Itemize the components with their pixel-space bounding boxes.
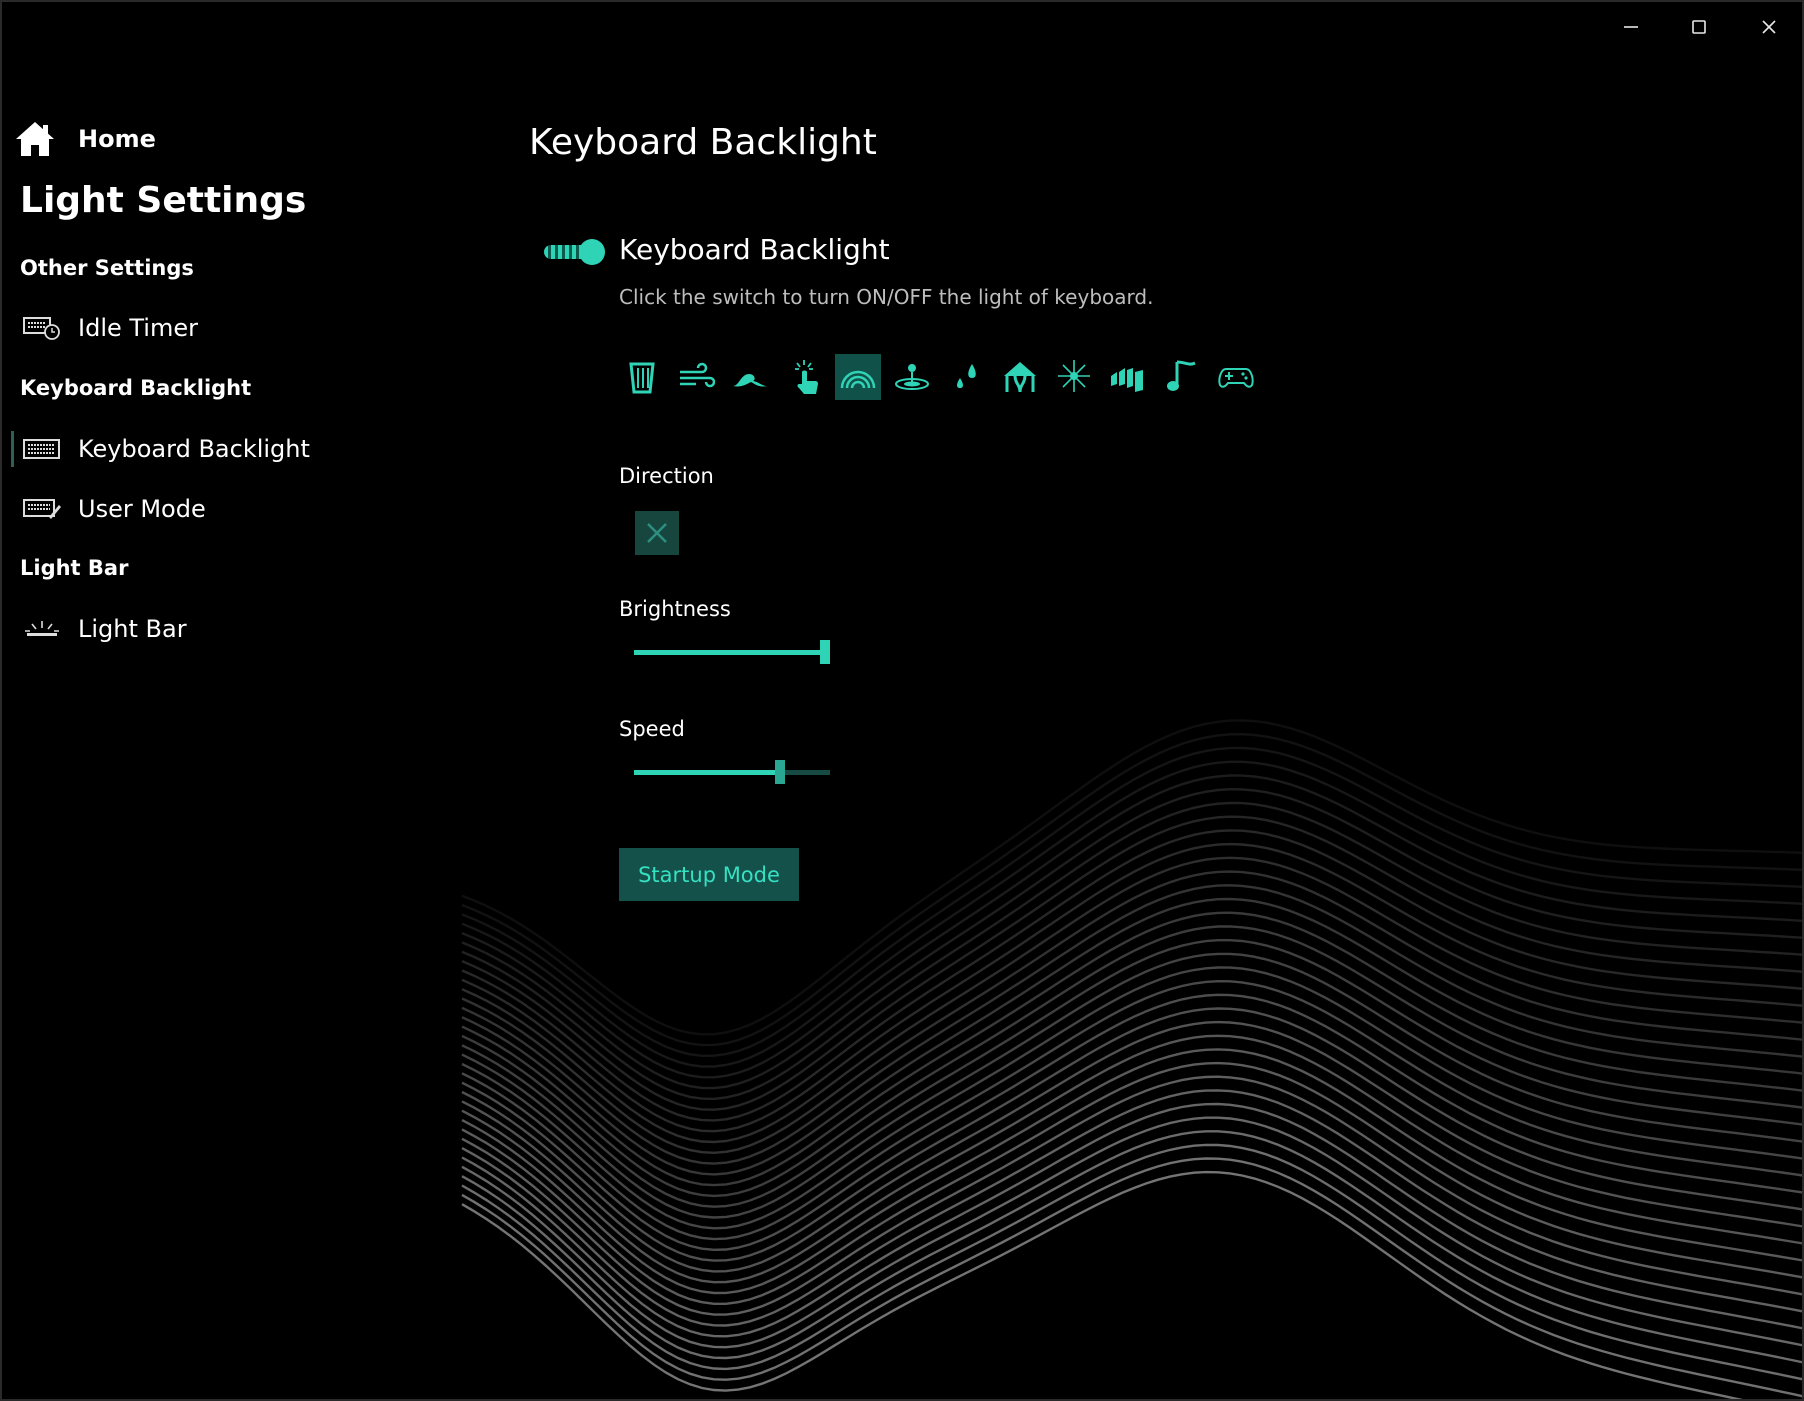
sidebar-item-idle-timer[interactable]: Idle Timer [22,306,198,350]
sidebar-item-label: Light Bar [78,615,187,643]
maximize-icon [1692,20,1706,34]
brightness-label: Brightness [619,597,731,621]
app-window: Home Light Settings Other Settings Idle … [0,0,1804,1401]
gamepad-icon [1218,368,1254,388]
direction-label: Direction [619,464,714,488]
effect-wave[interactable] [727,354,773,400]
ripple-icon [895,364,929,390]
direction-button[interactable] [635,511,679,555]
sidebar-item-label: Idle Timer [78,314,198,342]
effect-static[interactable] [619,354,665,400]
selection-indicator [11,431,14,467]
effect-aurora[interactable] [1105,354,1151,400]
static-icon [629,362,655,394]
keyboard-timer-icon [23,317,60,340]
toggle-knob [579,239,605,265]
effect-circus[interactable] [997,354,1043,400]
effect-music[interactable] [1159,354,1205,400]
music-icon [1167,360,1196,391]
slider-thumb[interactable] [820,640,830,664]
sidebar-item-light-bar[interactable]: Light Bar [22,607,187,651]
section-light-bar: Light Bar [20,556,129,580]
minimize-icon [1624,26,1638,28]
sidebar-item-label: User Mode [78,495,206,523]
startup-mode-button[interactable]: Startup Mode [619,848,799,901]
x-icon [647,523,667,543]
effect-list [619,354,1259,400]
minimize-button[interactable] [1605,10,1657,44]
wave-icon [733,374,767,387]
effect-raindrop[interactable] [943,354,989,400]
toggle-description: Click the switch to turn ON/OFF the ligh… [619,285,1154,309]
wind-icon [680,362,715,388]
page-title: Keyboard Backlight [529,122,877,163]
light-bar-icon [25,621,59,636]
rainbow-icon [840,370,876,389]
touch-icon [795,360,818,394]
slider-fill [634,770,780,775]
home-icon [16,122,54,156]
aurora-icon [1111,368,1143,392]
effect-touch[interactable] [781,354,827,400]
raindrop-icon [957,364,976,388]
section-other-settings: Other Settings [20,256,194,280]
maximize-button[interactable] [1673,10,1725,44]
keyboard-icon [23,439,60,459]
effect-ripple[interactable] [889,354,935,400]
wave-line [461,925,1802,1198]
sparkle-icon [1058,360,1090,392]
slider-thumb[interactable] [775,760,785,784]
effect-rainbow[interactable] [835,354,881,400]
wave-line [461,1116,1802,1349]
home-label: Home [78,125,156,153]
effect-wind[interactable] [673,354,719,400]
speed-slider[interactable] [634,758,830,786]
circus-icon [1004,362,1036,393]
sidebar-title: Light Settings [20,180,307,221]
home-link[interactable]: Home [14,120,156,158]
section-keyboard-backlight: Keyboard Backlight [20,376,252,400]
effect-sparkle[interactable] [1051,354,1097,400]
sidebar-item-keyboard-backlight[interactable]: Keyboard Backlight [22,427,310,471]
brightness-slider[interactable] [634,638,830,666]
keyboard-backlight-toggle[interactable] [544,239,605,265]
wave-line [461,939,1802,1208]
effect-gamepad[interactable] [1213,354,1259,400]
sidebar-item-user-mode[interactable]: User Mode [22,487,206,531]
toggle-label: Keyboard Backlight [619,233,890,266]
sidebar-item-label: Keyboard Backlight [78,435,310,463]
slider-fill [634,650,825,655]
close-button[interactable] [1743,10,1795,44]
close-icon [1762,20,1776,34]
keyboard-edit-icon [23,499,61,519]
wave-line [461,1143,1802,1381]
speed-label: Speed [619,717,685,741]
